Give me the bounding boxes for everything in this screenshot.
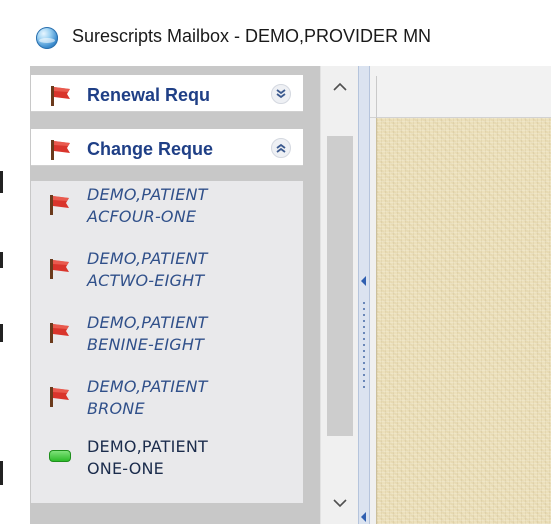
group-header-change[interactable]: Change Reque: [31, 129, 303, 166]
red-flag-icon: [51, 140, 70, 160]
edge-tick: [0, 252, 3, 268]
edge-tick: [0, 461, 3, 485]
patient-name: DEMO,PATIENT: [87, 437, 208, 456]
title-bar: Surescripts Mailbox - DEMO,PROVIDER MN: [0, 0, 551, 66]
splitter-grip-dot: [363, 338, 365, 340]
window-left-edge: [0, 66, 30, 524]
splitter-grip-dot: [363, 302, 365, 304]
splitter-grip-dot: [363, 314, 365, 316]
patient-id: ONE-ONE: [87, 459, 164, 478]
splitter-grip-dot: [363, 362, 365, 364]
paper-background: [376, 118, 551, 524]
scrollbar-thumb[interactable]: [327, 136, 353, 436]
red-flag-icon: [51, 86, 70, 106]
message-content-pane: [370, 66, 551, 524]
patient-id: BENINE-EIGHT: [87, 335, 205, 354]
patient-id: ACTWO-EIGHT: [87, 271, 205, 290]
expand-toggle-renewal[interactable]: [271, 84, 291, 104]
patient-name: DEMO,PATIENT: [87, 249, 208, 268]
mailbox-nav-pane: Renewal Requ Change Reque DEMO,PATIENT A…: [30, 66, 326, 524]
splitter-grip-dot: [363, 380, 365, 382]
splitter-grip-dot: [363, 386, 365, 388]
splitter-grip-dot: [363, 308, 365, 310]
splitter-grip-dot: [363, 326, 365, 328]
nav-pane-background: Renewal Requ Change Reque DEMO,PATIENT A…: [30, 66, 326, 524]
splitter-grip-dot: [363, 320, 365, 322]
red-flag-icon: [50, 195, 69, 215]
collapse-left-arrow-icon[interactable]: [361, 512, 367, 522]
pane-splitter[interactable]: [358, 66, 370, 524]
edge-tick: [0, 171, 3, 193]
surescripts-mailbox-window: Surescripts Mailbox - DEMO,PROVIDER MN R…: [0, 0, 551, 524]
collapse-toggle-change[interactable]: [271, 138, 291, 158]
list-item[interactable]: DEMO,PATIENT BRONE: [31, 373, 303, 435]
double-chevron-down-icon: [276, 89, 286, 99]
group-header-renewal[interactable]: Renewal Requ: [31, 75, 303, 112]
list-item[interactable]: DEMO,PATIENT ACFOUR-ONE: [31, 181, 303, 243]
scroll-down-arrow-icon[interactable]: [333, 498, 347, 508]
list-item[interactable]: DEMO,PATIENT ACTWO-EIGHT: [31, 245, 303, 307]
red-flag-icon: [50, 259, 69, 279]
double-chevron-up-icon: [276, 143, 286, 153]
group-label-change: Change Reque: [87, 139, 214, 159]
splitter-grip-dot: [363, 350, 365, 352]
content-header-bar: [370, 66, 551, 118]
patient-id: ACFOUR-ONE: [87, 207, 197, 226]
splitter-grip-dot: [363, 374, 365, 376]
collapse-left-arrow-icon[interactable]: [361, 276, 367, 286]
edge-tick: [0, 324, 3, 342]
change-request-list: DEMO,PATIENT ACFOUR-ONE DEMO,PATIENT ACT…: [31, 181, 303, 503]
column-separator: [376, 76, 377, 118]
window-title: Surescripts Mailbox - DEMO,PROVIDER MN: [72, 26, 432, 46]
scroll-up-arrow-icon[interactable]: [333, 82, 347, 92]
splitter-grip-dot: [363, 356, 365, 358]
green-status-icon: [49, 450, 71, 462]
red-flag-icon: [50, 387, 69, 407]
splitter-grip-dot: [363, 368, 365, 370]
nav-scrollbar[interactable]: [320, 66, 358, 524]
splitter-grip-dot: [363, 344, 365, 346]
list-item[interactable]: DEMO,PATIENT ONE-ONE: [31, 437, 303, 499]
list-item[interactable]: DEMO,PATIENT BENINE-EIGHT: [31, 309, 303, 371]
patient-name: DEMO,PATIENT: [87, 185, 208, 204]
red-flag-icon: [50, 323, 69, 343]
patient-name: DEMO,PATIENT: [87, 313, 208, 332]
group-label-renewal: Renewal Requ: [87, 85, 211, 105]
patient-id: BRONE: [87, 399, 145, 418]
globe-icon: [36, 27, 58, 49]
splitter-grip-dot: [363, 332, 365, 334]
patient-name: DEMO,PATIENT: [87, 377, 208, 396]
